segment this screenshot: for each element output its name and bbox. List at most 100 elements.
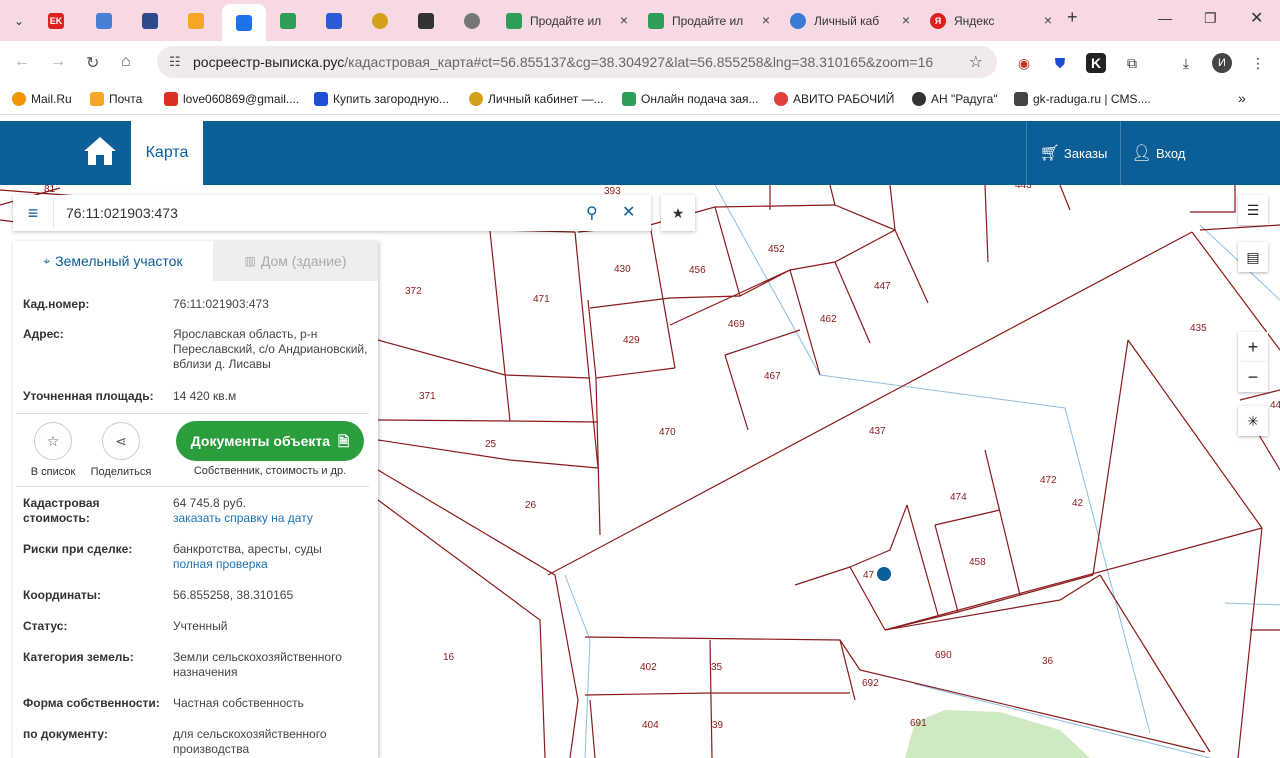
close-icon[interactable]: × bbox=[1044, 12, 1052, 28]
tab-coin[interactable] bbox=[364, 5, 400, 36]
parcel-label: 690 bbox=[935, 650, 952, 661]
globe-icon bbox=[464, 12, 480, 29]
parcel-label: 39 bbox=[712, 720, 724, 731]
orders-button[interactable]: 🛒︎ Заказы bbox=[1026, 121, 1120, 185]
kad-number-link[interactable]: 76:11:021903:473 bbox=[173, 297, 368, 312]
download-icon[interactable]: ⤓ bbox=[1176, 53, 1196, 73]
parcel-label: 467 bbox=[764, 371, 781, 382]
layers-button[interactable]: ☰ bbox=[1238, 195, 1268, 225]
minimize-icon[interactable]: — bbox=[1158, 10, 1172, 26]
home-button[interactable] bbox=[82, 135, 122, 171]
orders-label: Заказы bbox=[1063, 145, 1108, 161]
envelope-icon bbox=[90, 92, 104, 106]
location-marker[interactable] bbox=[877, 567, 891, 581]
full-check-link[interactable]: полная проверка bbox=[173, 557, 268, 571]
bookmark-label: gk-raduga.ru | CMS.... bbox=[1033, 92, 1151, 106]
loading-spinner-icon: ✳ bbox=[1238, 406, 1268, 436]
tab-mail[interactable] bbox=[134, 5, 170, 36]
nav-map-tab[interactable]: Карта bbox=[131, 121, 203, 185]
search-input[interactable] bbox=[53, 198, 573, 228]
tab-yandex[interactable]: Я Яндекс × bbox=[922, 5, 1058, 36]
bookmark-cabinet[interactable]: Личный кабинет —... bbox=[469, 92, 604, 106]
ek-icon: EK bbox=[48, 12, 64, 29]
parcel-label: 402 bbox=[640, 662, 657, 673]
tab-globe[interactable] bbox=[456, 5, 492, 36]
login-label: Вход bbox=[1155, 145, 1186, 161]
object-documents-button[interactable]: Документы объекта 🗎︎ bbox=[176, 421, 364, 461]
home-icon[interactable]: ⌂ bbox=[121, 53, 131, 71]
bookmark-avito[interactable]: АВИТО РАБОЧИЙ bbox=[774, 92, 894, 106]
close-icon[interactable]: × bbox=[902, 12, 910, 28]
bookmark-kupit[interactable]: Купить загородную... bbox=[314, 92, 449, 106]
star-icon: ☆ bbox=[34, 422, 72, 460]
address-bar[interactable]: ☷ росреестр-выписка.рус/кадастровая_карт… bbox=[157, 46, 997, 78]
parcel-label: 458 bbox=[969, 557, 986, 568]
document-icon: 🗎︎ bbox=[337, 433, 350, 449]
zoom-out-button[interactable]: − bbox=[1238, 362, 1268, 392]
url-text[interactable]: росреестр-выписка.рус/кадастровая_карта#… bbox=[193, 54, 953, 70]
bookmark-online[interactable]: Онлайн подача зая... bbox=[622, 92, 759, 106]
bookmark-mailru[interactable]: Mail.Ru bbox=[12, 92, 72, 106]
field-value: 56.855258, 38.310165 bbox=[173, 588, 294, 602]
search-icon[interactable]: ⚲ bbox=[586, 203, 598, 223]
k-extension-icon[interactable]: K bbox=[1086, 53, 1106, 73]
field-label: Адрес: bbox=[23, 327, 64, 341]
forward-icon[interactable]: → bbox=[50, 53, 66, 71]
tab-ek[interactable]: EK bbox=[40, 5, 76, 36]
add-to-list-button[interactable]: ☆ В список bbox=[25, 422, 81, 478]
risk-value: банкротства, аресты, суды bbox=[173, 542, 322, 556]
zoom-in-button[interactable]: + bbox=[1238, 332, 1268, 362]
close-icon[interactable]: × bbox=[762, 12, 770, 28]
tab-monitor[interactable] bbox=[88, 5, 124, 36]
parcel-label: 456 bbox=[689, 265, 706, 276]
shield-icon[interactable]: ⛊ bbox=[1050, 53, 1070, 73]
home-icon bbox=[236, 14, 252, 31]
parcel-label: 470 bbox=[659, 427, 676, 438]
close-icon[interactable]: × bbox=[620, 12, 628, 28]
bookmark-raduga[interactable]: АН "Радуга" bbox=[912, 92, 998, 106]
extension-red-icon[interactable]: ◉ bbox=[1014, 53, 1034, 73]
bookmark-pochta[interactable]: Почта bbox=[90, 92, 142, 106]
back-icon[interactable]: ← bbox=[14, 53, 30, 71]
puzzle-icon[interactable]: ⧉ bbox=[1122, 53, 1142, 73]
new-tab-button[interactable]: + bbox=[1067, 7, 1078, 28]
bookmarks-overflow-button[interactable]: » bbox=[1238, 90, 1246, 106]
login-button[interactable]: 👤︎ Вход bbox=[1120, 121, 1196, 185]
cost-value: 64 745.8 руб. bbox=[173, 496, 246, 510]
tab-sell-1[interactable]: Продайте ил × bbox=[498, 5, 634, 36]
tab-search-button[interactable]: ⌄ bbox=[4, 5, 34, 36]
tab-active-home[interactable] bbox=[222, 4, 266, 41]
bookmark-gk-raduga[interactable]: gk-raduga.ru | CMS.... bbox=[1014, 92, 1151, 106]
tab-envelope[interactable] bbox=[180, 5, 216, 36]
favorites-button[interactable]: ★ bbox=[661, 195, 695, 231]
legend-button[interactable]: ▤ bbox=[1238, 242, 1268, 272]
house-icon bbox=[84, 137, 116, 165]
parcel-label: 372 bbox=[405, 286, 422, 297]
restore-icon[interactable]: ❐ bbox=[1204, 10, 1217, 27]
more-menu-icon[interactable]: ⋮ bbox=[1248, 53, 1268, 73]
bookmark-star-icon[interactable]: ☆ bbox=[969, 52, 983, 72]
tab-chart[interactable] bbox=[318, 5, 354, 36]
site-info-icon[interactable]: ☷ bbox=[169, 54, 185, 70]
bookmark-gmail[interactable]: love060869@gmail.... bbox=[164, 92, 299, 106]
close-window-icon[interactable]: ✕ bbox=[1250, 8, 1263, 28]
building-icon: ▥ bbox=[244, 254, 256, 268]
profile-avatar[interactable]: И bbox=[1212, 53, 1232, 73]
order-certificate-link[interactable]: заказать справку на дату bbox=[173, 511, 313, 525]
hamburger-menu-icon[interactable]: ≡ bbox=[13, 203, 53, 224]
chevron-down-icon: ⌄ bbox=[14, 13, 25, 28]
tab-land-plot[interactable]: ⌖ Земельный участок bbox=[13, 241, 213, 281]
field-value: Ярославская область, р-н Переславский, с… bbox=[173, 327, 368, 371]
tab-house[interactable]: ▥ Дом (здание) bbox=[213, 241, 378, 281]
tab-sell-2[interactable]: Продайте ил × bbox=[640, 5, 776, 36]
house-green-icon bbox=[506, 12, 522, 29]
tab-house-green[interactable] bbox=[272, 5, 308, 36]
tab-building[interactable] bbox=[410, 5, 446, 36]
avito-icon bbox=[774, 92, 788, 106]
clear-search-icon[interactable]: ✕ bbox=[622, 202, 635, 222]
tab-cabinet[interactable]: Личный каб × bbox=[782, 5, 916, 36]
field-label: Кад.номер: bbox=[23, 297, 90, 311]
reload-icon[interactable]: ↻ bbox=[86, 53, 99, 73]
field-value: Земли сельскохозяйственного назначения bbox=[173, 650, 342, 679]
share-button[interactable]: ⋖ Поделиться bbox=[89, 422, 153, 478]
